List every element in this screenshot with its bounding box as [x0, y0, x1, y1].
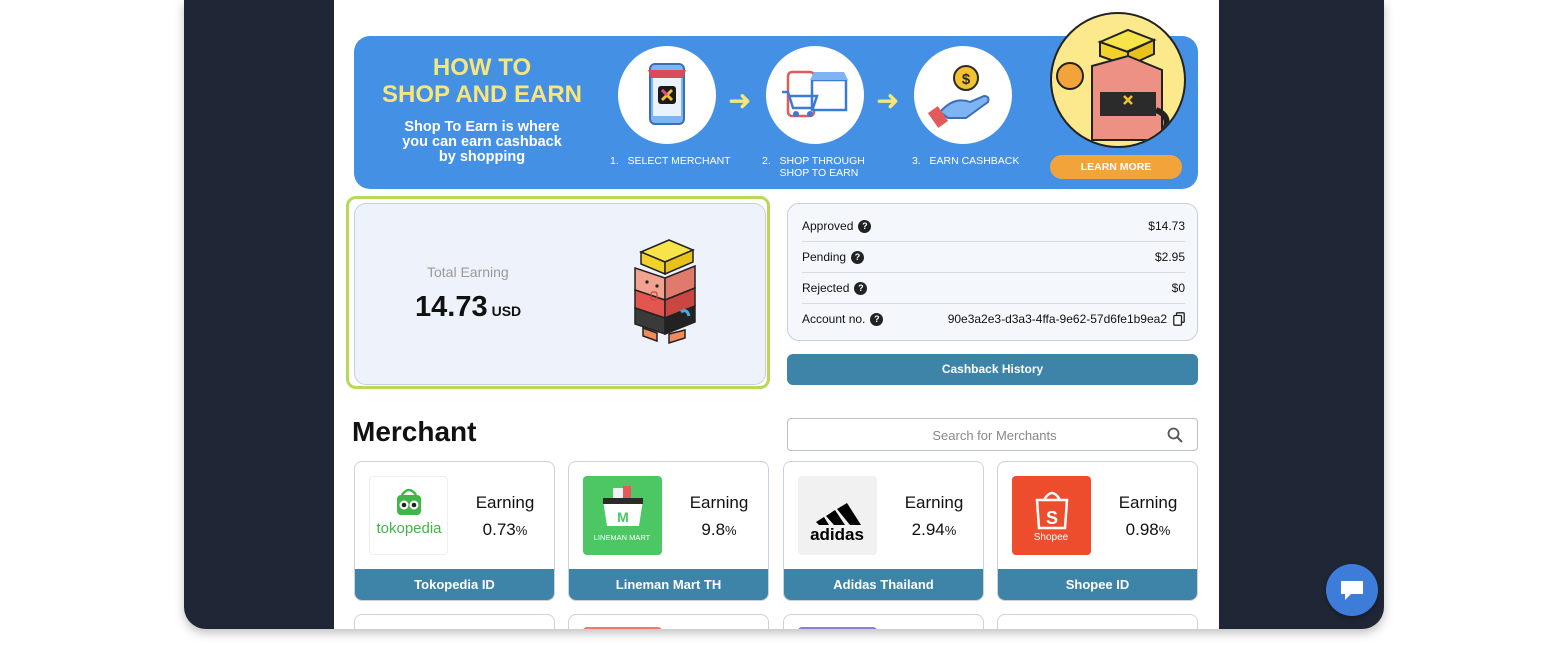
merchant-name[interactable]: Tokopedia ID — [355, 569, 554, 600]
adidas-logo: adidas — [798, 476, 877, 555]
approved-value: $14.73 — [1148, 219, 1185, 233]
merchant-card-partial[interactable] — [783, 614, 984, 629]
merchant-earning-label: Earning — [475, 493, 535, 512]
pending-label: Pending — [802, 250, 847, 264]
earning-currency: USD — [491, 303, 522, 319]
account-number: 90e3a2e3-d3a3-4ffa-9e62-57d6fe1b9ea2 — [947, 312, 1167, 326]
lineman-mart-logo: M LINEMAN MART — [583, 476, 662, 555]
merchant-earning-value: 0.73% — [465, 520, 545, 540]
rejected-value: $0 — [1171, 281, 1185, 295]
svg-text:$: $ — [962, 71, 971, 88]
merchant-card-tokopedia[interactable]: tokopedia Earning 0.73% Tokopedia ID — [354, 461, 555, 601]
stat-row-pending: Pending? $2.95 — [802, 241, 1185, 273]
merchant-earning-number: 9.8 — [701, 520, 726, 539]
banner-title: HOW TO SHOP AND EARN — [372, 54, 592, 108]
rejected-label: Rejected — [802, 281, 850, 295]
merchant-section-title: Merchant — [352, 416, 477, 447]
merchant-earning-value: 0.98% — [1108, 520, 1188, 540]
learn-more-button[interactable]: LEARN MORE — [1050, 155, 1182, 179]
arrow-right-icon: ➜ — [876, 85, 900, 116]
banner-subtitle: Shop To Earn is where you can earn cashb… — [382, 120, 582, 165]
tokopedia-logo-text: tokopedia — [376, 520, 442, 537]
percent-sign: % — [725, 523, 737, 538]
merchant-earning-number: 0.73 — [482, 520, 516, 539]
total-earning-label: Total Earning — [427, 264, 509, 280]
banner-subtitle-line1: Shop To Earn is where — [404, 119, 560, 135]
merchant-card-lineman-mart[interactable]: M LINEMAN MART Earning 9.8% Lineman Mart… — [568, 461, 769, 601]
copy-icon[interactable] — [1173, 312, 1185, 329]
search-icon[interactable] — [1167, 427, 1183, 448]
stat-row-rejected: Rejected? $0 — [802, 272, 1185, 304]
earning-amount: 14.73 — [415, 291, 488, 323]
how-to-banner: HOW TO SHOP AND EARN Shop To Earn is whe… — [354, 12, 1198, 189]
svg-text:S: S — [1046, 508, 1058, 528]
total-earning-card: Total Earning 14.73 USD — [354, 203, 766, 385]
help-icon[interactable]: ? — [858, 220, 872, 233]
merchant-name[interactable]: Lineman Mart TH — [569, 569, 768, 600]
help-icon[interactable]: ? — [851, 251, 865, 264]
chat-bubble-icon — [1341, 581, 1363, 600]
svg-text:M: M — [617, 509, 629, 525]
account-label: Account no. — [802, 312, 866, 326]
mascot-icon — [631, 238, 705, 355]
banner-title-line2: SHOP AND EARN — [381, 81, 583, 108]
step-label-shop-through: 2. SHOP THROUGH SHOP TO EARN — [762, 155, 865, 179]
tokopedia-logo: tokopedia — [369, 476, 448, 555]
help-icon[interactable]: ? — [870, 313, 884, 326]
stat-row-account: Account no.? 90e3a2e3-d3a3-4ffa-9e62-57d… — [802, 303, 1185, 334]
percent-sign: % — [1158, 523, 1171, 538]
lineman-mart-logo-text: LINEMAN MART — [594, 533, 651, 542]
phone-store-icon — [618, 46, 716, 144]
percent-sign: % — [944, 523, 957, 538]
mascot-illustration — [1050, 12, 1186, 148]
percent-sign: % — [515, 523, 528, 538]
step-label-earn-cashback: 3. EARN CASHBACK — [912, 155, 1020, 167]
help-icon[interactable]: ? — [854, 282, 868, 295]
merchant-earning-label: Earning — [1118, 493, 1178, 512]
banner-title-line1: HOW TO — [432, 54, 532, 81]
merchant-name[interactable]: Adidas Thailand — [784, 569, 983, 600]
approved-label: Approved — [802, 219, 854, 233]
merchant-card-partial[interactable] — [354, 614, 555, 629]
merchant-earning-value: 2.94% — [894, 520, 974, 540]
merchant-card-shopee[interactable]: S Shopee Earning 0.98% Shopee ID — [997, 461, 1198, 601]
app-frame: HOW TO SHOP AND EARN Shop To Earn is whe… — [184, 0, 1384, 629]
cart-store-icon — [766, 46, 864, 144]
pending-value: $2.95 — [1154, 250, 1185, 264]
merchant-search-input[interactable] — [788, 419, 1201, 452]
cashback-history-button[interactable]: Cashback History — [787, 354, 1198, 385]
merchant-name[interactable]: Shopee ID — [998, 569, 1197, 600]
stat-row-approved: Approved? $14.73 — [802, 210, 1185, 242]
shopee-logo-text: Shopee — [1034, 532, 1069, 543]
merchant-earning-number: 0.98 — [1125, 520, 1159, 539]
banner-subtitle-line3: by shopping — [438, 149, 526, 165]
merchant-earning-label: Earning — [689, 493, 749, 512]
earning-stats-panel: Approved? $14.73 Pending? $2.95 Rejected… — [787, 203, 1198, 341]
merchant-earning-value: 9.8% — [679, 520, 759, 540]
arrow-right-icon: ➜ — [728, 85, 752, 116]
merchant-earning-label: Earning — [904, 493, 964, 512]
shopee-logo: S Shopee — [1012, 476, 1091, 555]
banner-subtitle-line2: you can earn cashback — [402, 134, 562, 150]
merchant-search-box[interactable] — [787, 418, 1201, 452]
page-content: HOW TO SHOP AND EARN Shop To Earn is whe… — [334, 0, 1219, 629]
total-earning-value: 14.73 USD — [415, 291, 521, 324]
merchant-card-partial[interactable] — [997, 614, 1198, 629]
chat-button[interactable] — [1326, 564, 1378, 616]
adidas-logo-text: adidas — [810, 525, 864, 544]
merchant-card-partial[interactable] — [568, 614, 769, 629]
hand-coin-icon: $ — [914, 46, 1012, 144]
merchant-earning-number: 2.94 — [911, 520, 945, 539]
step-label-select-merchant: 1. SELECT MERCHANT — [610, 155, 731, 167]
merchant-card-adidas[interactable]: adidas Earning 2.94% Adidas Thailand — [783, 461, 984, 601]
